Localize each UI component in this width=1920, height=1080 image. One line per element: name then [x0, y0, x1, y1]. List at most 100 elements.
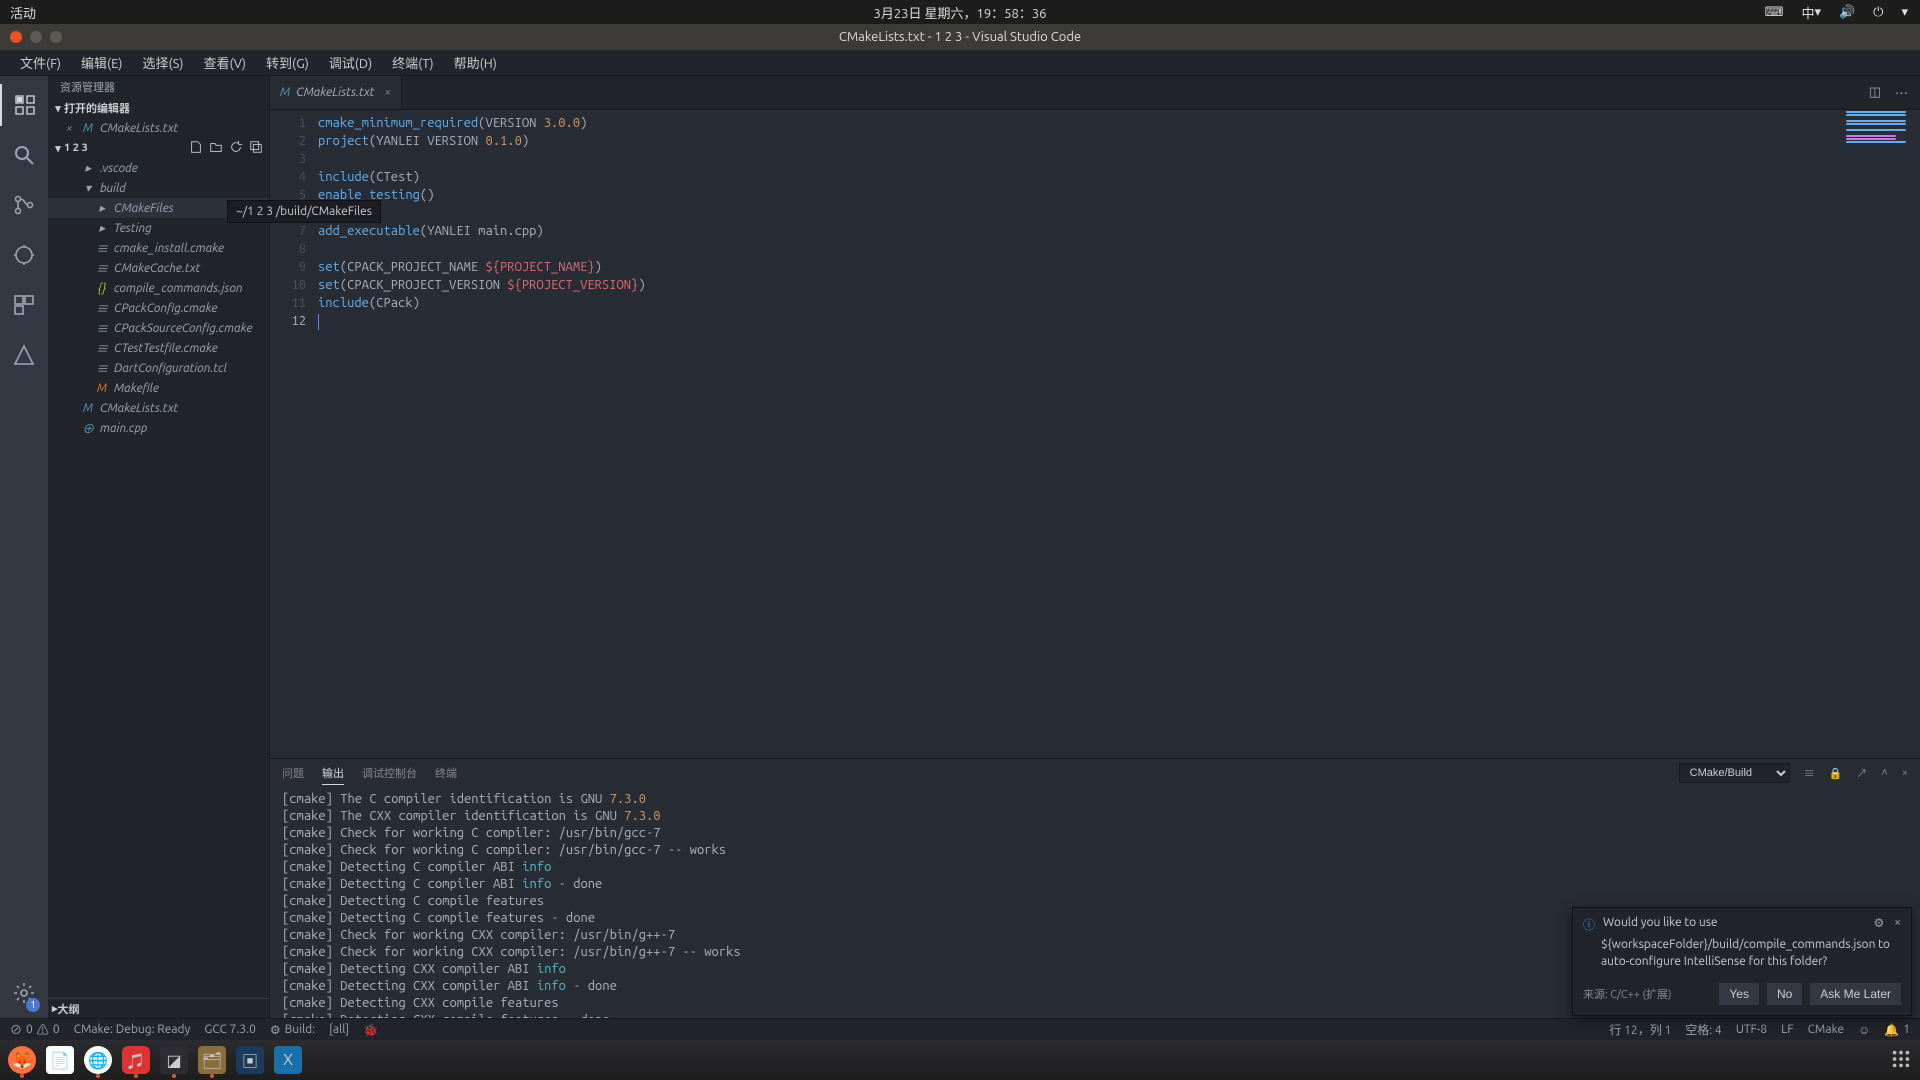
dock-chrome-icon[interactable]: 🌐	[84, 1046, 112, 1074]
toast-button[interactable]: No	[1767, 983, 1802, 1005]
dock-vscode-icon[interactable]: ◪	[160, 1046, 188, 1074]
file-icon: ≡	[94, 360, 110, 376]
tree-folder[interactable]: ▾ build	[48, 178, 269, 198]
tree-file[interactable]: ⊕main.cpp	[48, 418, 269, 438]
dock-files-icon[interactable]: 🗂	[198, 1046, 226, 1074]
clock[interactable]: 3月23日 星期六，19：58：36	[874, 3, 1047, 22]
new-file-icon[interactable]	[189, 140, 203, 157]
status-build[interactable]: ⚙ Build:	[270, 1023, 315, 1037]
status-bell-icon[interactable]: 🔔 1	[1884, 1023, 1910, 1037]
search-activity-icon[interactable]	[0, 134, 48, 176]
window-close-button[interactable]	[10, 31, 22, 43]
file-icon: ≡	[94, 320, 110, 336]
editor-tab-bar: M CMakeLists.txt × ◫ ⋯	[270, 76, 1920, 110]
status-encoding[interactable]: UTF-8	[1736, 1023, 1767, 1036]
cmake-activity-icon[interactable]	[0, 334, 48, 376]
dock-libreoffice-icon[interactable]: 📄	[46, 1046, 74, 1074]
panel-tab[interactable]: 输出	[322, 764, 344, 785]
new-folder-icon[interactable]	[209, 140, 223, 157]
menu-item[interactable]: 查看(V)	[196, 50, 254, 75]
status-spaces[interactable]: 空格: 4	[1685, 1021, 1721, 1038]
panel-tab[interactable]: 终端	[435, 764, 457, 784]
menu-item[interactable]: 编辑(E)	[73, 50, 130, 75]
open-editors-section[interactable]: ▾打开的编辑器	[48, 98, 269, 118]
close-icon[interactable]: ×	[66, 122, 80, 135]
activities-button[interactable]: 活动	[0, 3, 36, 22]
tree-folder[interactable]: ▸ .vscode	[48, 158, 269, 178]
tree-file[interactable]: MMakefile	[48, 378, 269, 398]
tree-file[interactable]: ≡CMakeCache.txt	[48, 258, 269, 278]
extensions-activity-icon[interactable]	[0, 284, 48, 326]
toast-gear-icon[interactable]: ⚙	[1873, 916, 1884, 933]
power-icon[interactable]: ⏻	[1873, 5, 1883, 20]
menu-item[interactable]: 转到(G)	[258, 50, 317, 75]
split-editor-icon[interactable]: ◫	[1869, 85, 1881, 100]
outline-section[interactable]: ▸大纲	[48, 998, 269, 1018]
menu-item[interactable]: 终端(T)	[384, 50, 441, 75]
toast-button[interactable]: Ask Me Later	[1810, 983, 1901, 1005]
show-apps-icon[interactable]	[1890, 1048, 1912, 1073]
menu-item[interactable]: 文件(F)	[12, 50, 69, 75]
dock-netease-icon[interactable]: ♫	[122, 1046, 150, 1074]
tree-label: CMakeFiles	[114, 202, 174, 215]
tray-chevron-icon[interactable]: ▾	[1901, 5, 1908, 20]
toast-close-icon[interactable]: ×	[1894, 916, 1901, 933]
editor-tab[interactable]: M CMakeLists.txt ×	[270, 76, 402, 109]
clear-output-icon[interactable]: ≡	[1804, 765, 1815, 781]
status-language[interactable]: CMake	[1808, 1023, 1844, 1036]
panel-close-icon[interactable]: ×	[1902, 767, 1908, 779]
status-cursor[interactable]: 行 12，列 1	[1609, 1021, 1671, 1038]
toast-source: 来源: C/C++ (扩展)	[1583, 986, 1671, 1002]
tree-label: cmake_install.cmake	[114, 242, 224, 255]
toast-button[interactable]: Yes	[1719, 983, 1759, 1005]
status-kit[interactable]: GCC 7.3.0	[204, 1023, 256, 1036]
open-editor-item[interactable]: × M CMakeLists.txt	[48, 118, 269, 138]
status-target[interactable]: [all]	[329, 1023, 349, 1036]
folder-icon: ▸	[94, 220, 110, 236]
window-maximize-button[interactable]	[50, 31, 62, 43]
status-feedback-icon[interactable]: ☺	[1858, 1023, 1870, 1037]
tree-file[interactable]: ≡CPackConfig.cmake	[48, 298, 269, 318]
status-debug-icon[interactable]: 🐞	[363, 1023, 378, 1037]
panel-maximize-icon[interactable]: ˄	[1881, 767, 1887, 779]
tab-close-icon[interactable]: ×	[384, 86, 391, 99]
tree-file[interactable]: ≡CTestTestfile.cmake	[48, 338, 269, 358]
file-icon: ≡	[94, 240, 110, 256]
tree-file[interactable]: MCMakeLists.txt	[48, 398, 269, 418]
collapse-all-icon[interactable]	[249, 140, 263, 157]
panel-tab[interactable]: 调试控制台	[362, 764, 417, 784]
tree-file[interactable]: ≡ cmake_install.cmake	[48, 238, 269, 258]
tree-file[interactable]: ≡DartConfiguration.tcl	[48, 358, 269, 378]
menu-item[interactable]: 帮助(H)	[446, 50, 505, 75]
keyboard-indicator-icon[interactable]: ⌨	[1765, 5, 1784, 20]
panel-tab[interactable]: 问题	[282, 764, 304, 784]
tree-file[interactable]: ≡CPackSourceConfig.cmake	[48, 318, 269, 338]
explorer-activity-icon[interactable]	[0, 84, 48, 126]
output-channel-select[interactable]: CMake/Build	[1679, 763, 1790, 783]
more-actions-icon[interactable]: ⋯	[1895, 83, 1908, 102]
status-problems[interactable]: ⊘ 0 ⚠ 0	[10, 1021, 60, 1038]
menu-item[interactable]: 选择(S)	[135, 50, 192, 75]
file-icon: ⊕	[80, 420, 96, 436]
dock-xmind-icon[interactable]: X	[274, 1046, 302, 1074]
path-tooltip: ~/1 2 3 /build/CMakeFiles	[227, 200, 381, 223]
lock-scroll-icon[interactable]: 🔒	[1829, 767, 1843, 780]
file-icon: {}	[94, 280, 110, 296]
status-cmake[interactable]: CMake: Debug: Ready	[74, 1023, 191, 1036]
settings-gear-icon[interactable]: 1	[0, 972, 48, 1014]
status-eol[interactable]: LF	[1781, 1023, 1793, 1036]
dock-cube-icon[interactable]: ▣	[236, 1046, 264, 1074]
volume-icon[interactable]: 🔊	[1839, 5, 1855, 20]
window-minimize-button[interactable]	[30, 31, 42, 43]
workspace-section[interactable]: ▾1 2 3	[48, 138, 269, 158]
ime-indicator[interactable]: 中 ▾	[1801, 3, 1821, 22]
tree-file[interactable]: {}compile_commands.json	[48, 278, 269, 298]
dock-firefox-icon[interactable]: 🦊	[8, 1046, 36, 1074]
source-control-activity-icon[interactable]	[0, 184, 48, 226]
menu-item[interactable]: 调试(D)	[321, 50, 380, 75]
refresh-icon[interactable]	[229, 140, 243, 157]
debug-activity-icon[interactable]	[0, 234, 48, 276]
code-editor[interactable]: 123456789101112 cmake_minimum_required(V…	[270, 110, 1920, 758]
minimap[interactable]	[1840, 110, 1920, 758]
open-log-icon[interactable]: ↗	[1856, 765, 1867, 781]
